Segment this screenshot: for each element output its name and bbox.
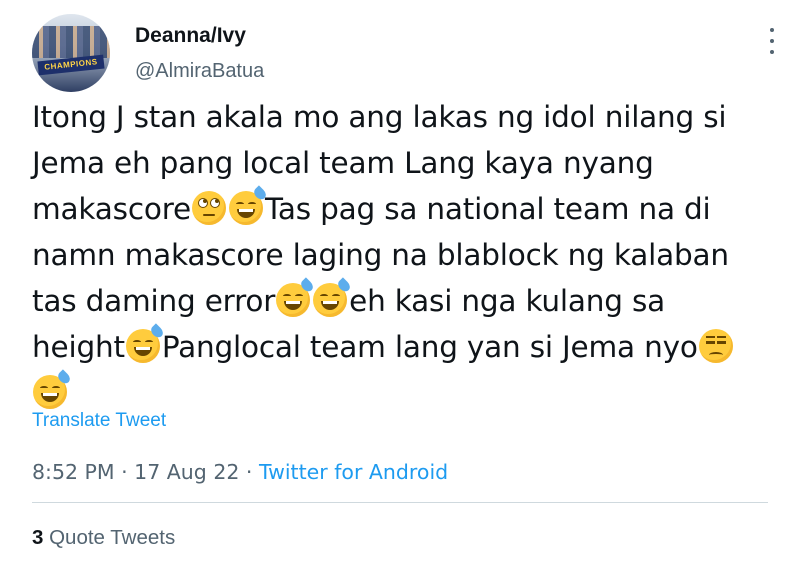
more-options-icon[interactable] [766, 28, 778, 54]
unamused-face-icon [698, 329, 733, 363]
translate-tweet-link[interactable]: Translate Tweet [32, 410, 166, 432]
grinning-sweat-icon [228, 185, 269, 225]
quote-tweets-count: 3 [32, 526, 44, 549]
grinning-sweat-icon [125, 323, 165, 363]
quote-tweets-link[interactable]: 3 Quote Tweets [32, 526, 175, 550]
tweet-line: tas daming error eh kasi nga kulang sa [32, 277, 772, 324]
quote-tweets-label: Quote Tweets [43, 526, 176, 549]
user-handle[interactable]: @AlmiraBatua [135, 60, 264, 83]
tweet-date[interactable]: 17 Aug 22 [134, 460, 239, 484]
tweet-line: namn makascore laging na blablock ng kal… [32, 238, 729, 272]
tweet-text: Itong J stan akala mo ang lakas ng idol … [32, 94, 772, 416]
tweet-line: height Panglocal team lang yan si Jema ny… [32, 323, 772, 370]
grinning-sweat-icon [276, 277, 316, 317]
divider [32, 502, 768, 503]
face-with-rolling-eyes-icon [191, 191, 226, 225]
avatar-photo [32, 26, 110, 58]
tweet-source-link[interactable]: Twitter for Android [259, 460, 448, 484]
tweet-line: Itong J stan akala mo ang lakas ng idol … [32, 100, 727, 134]
grinning-sweat-icon [313, 277, 353, 317]
user-display-name[interactable]: Deanna/Ivy [135, 24, 246, 48]
grinning-sweat-icon [33, 369, 73, 409]
tweet-time[interactable]: 8:52 PM [32, 460, 115, 484]
tweet-line: Jema eh pang local team Lang kaya nyang [32, 146, 654, 180]
avatar[interactable]: CHAMPIONS [32, 14, 110, 92]
tweet-metadata: 8:52 PM · 17 Aug 22 · Twitter for Androi… [32, 460, 449, 484]
tweet-line: makascore Tas pag sa national team na di [32, 185, 772, 232]
